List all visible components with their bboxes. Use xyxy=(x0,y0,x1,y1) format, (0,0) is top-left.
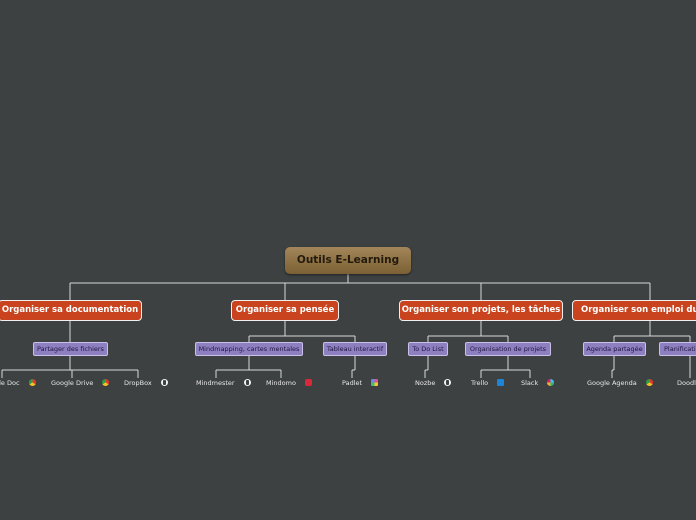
slack-icon xyxy=(547,379,555,386)
globe-icon xyxy=(243,379,251,386)
leaf-label: DropBox xyxy=(124,379,152,387)
leaf-label: Slack xyxy=(521,379,539,387)
subtopic-to-do-list[interactable]: To Do List xyxy=(408,342,448,356)
leaf-mindomo[interactable]: Mindomo xyxy=(266,378,312,389)
chrome-icon xyxy=(102,379,110,386)
leaf-nozbe[interactable]: Nozbe xyxy=(415,378,452,389)
leaf-label: Nozbe xyxy=(415,379,436,387)
trello-icon xyxy=(497,379,505,386)
leaf-dropbox[interactable]: DropBox xyxy=(124,378,168,389)
leaf-mindmester[interactable]: Mindmester xyxy=(196,378,251,389)
leaf-label: Mindomo xyxy=(266,379,296,387)
subtopic-partager-fichiers[interactable]: Partager des fichiers xyxy=(33,342,108,356)
branch-organiser-projets[interactable]: Organiser son projets, les tâches xyxy=(399,300,563,321)
mindmap-canvas: Outils E-Learning Organiser sa documenta… xyxy=(0,0,696,520)
mindomo-icon xyxy=(304,379,312,386)
leaf-google-agenda[interactable]: Google Agenda xyxy=(587,378,653,389)
leaf-slack[interactable]: Slack xyxy=(521,378,555,389)
chrome-icon xyxy=(645,379,653,386)
leaf-label: Google Agenda xyxy=(587,379,637,387)
chrome-icon xyxy=(28,379,36,386)
branch-organiser-documentation[interactable]: Organiser sa documentation xyxy=(0,300,142,321)
subtopic-mindmapping[interactable]: Mindmapping, cartes mentales xyxy=(195,342,303,356)
leaf-padlet[interactable]: Padlet xyxy=(342,378,379,389)
leaf-google-drive[interactable]: Google Drive xyxy=(51,378,110,389)
leaf-label: Mindmester xyxy=(196,379,235,387)
globe-icon xyxy=(160,379,168,386)
subtopic-tableau-interactif[interactable]: Tableau interactif xyxy=(323,342,387,356)
root-topic[interactable]: Outils E-Learning xyxy=(285,247,411,274)
globe-icon xyxy=(444,379,452,386)
leaf-label: Doodle xyxy=(677,379,696,387)
subtopic-planification[interactable]: Planification xyxy=(659,342,696,356)
leaf-google-doc[interactable]: Google Doc xyxy=(0,378,36,389)
branch-organiser-emploi-du-temps[interactable]: Organiser son emploi du temps xyxy=(572,300,696,321)
leaf-doodle[interactable]: Doodle xyxy=(677,378,696,389)
subtopic-organisation-projets[interactable]: Organisation de projets xyxy=(465,342,551,356)
leaf-label: Google Doc xyxy=(0,379,20,387)
leaf-trello[interactable]: Trello xyxy=(471,378,505,389)
leaf-label: Google Drive xyxy=(51,379,94,387)
leaf-label: Trello xyxy=(471,379,489,387)
leaf-label: Padlet xyxy=(342,379,363,387)
branch-organiser-pensee[interactable]: Organiser sa pensée xyxy=(231,300,339,321)
padlet-icon xyxy=(371,379,379,386)
subtopic-agenda-partagee[interactable]: Agenda partagée xyxy=(583,342,646,356)
